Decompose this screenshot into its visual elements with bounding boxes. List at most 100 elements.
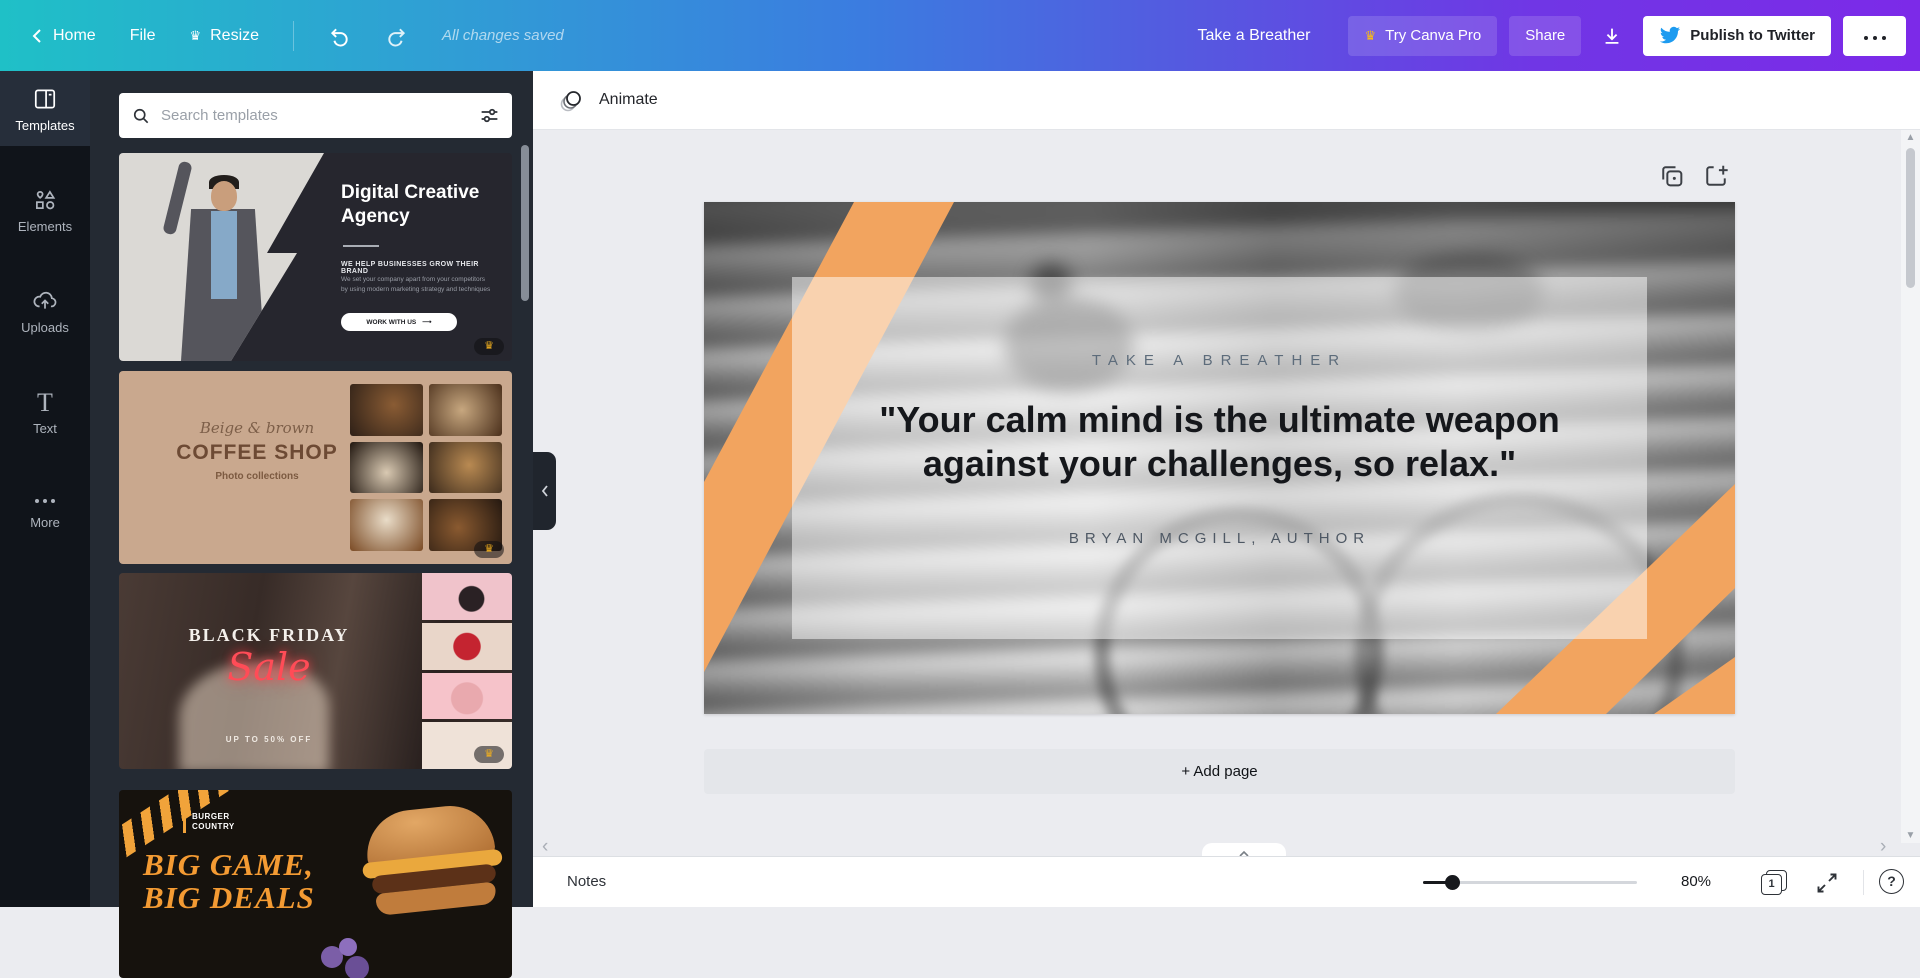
chevron-left-icon [541,485,548,497]
home-label: Home [53,26,96,44]
crown-icon: ♛ [189,28,202,43]
share-label: Share [1525,27,1566,44]
sidebar-item-text[interactable]: T Text [0,374,90,449]
sidebar-item-templates[interactable]: Templates [0,71,90,146]
template1-body: We set your company apart from your comp… [341,276,491,294]
duplicate-page-icon[interactable] [1658,162,1686,190]
sidebar-item-elements[interactable]: Elements [0,172,90,247]
animate-icon [560,91,581,112]
undo-button[interactable] [328,24,351,47]
file-label: File [129,26,156,44]
template4-logo: BURGER COUNTRY [183,812,253,833]
panel-collapse-button[interactable] [533,452,556,530]
design-page[interactable]: TAKE A BREATHER "Your calm mind is the u… [704,202,1735,714]
bottom-status-bar: Notes 80% 1 ? [533,856,1920,907]
text-icon: T [37,388,53,417]
elements-icon [36,190,56,210]
sidebar: Templates Elements Uploads T Text More [0,71,90,907]
filter-icon[interactable] [479,105,500,126]
page-list-button[interactable]: 1 [1761,870,1787,896]
undo-icon [330,28,348,47]
sidebar-item-uploads[interactable]: Uploads [0,273,90,348]
template2-photo-grid [350,384,502,551]
vertical-scroll-thumb[interactable] [1906,148,1915,288]
author-text[interactable]: BRYAN MCGILL, AUTHOR [704,530,1735,547]
resize-label: Resize [210,26,260,44]
zoom-level: 80% [1680,873,1712,890]
publish-to-twitter-button[interactable]: Publish to Twitter [1643,15,1831,56]
panel-scrollbar[interactable] [521,145,529,301]
template3-photo-strip [422,573,512,769]
add-page-button[interactable]: + Add page [704,749,1735,794]
template1-title: Digital Creative Agency [341,182,480,227]
quote-text[interactable]: "Your calm mind is the ultimate weapon a… [704,398,1735,486]
scroll-up-arrow[interactable]: ▲ [1901,132,1920,143]
template4-burger-photo [361,801,503,919]
template1-photo [119,153,324,361]
save-status: All changes saved [442,27,564,44]
template-coffee-shop[interactable]: Beige & brown COFFEE SHOP Photo collecti… [119,371,512,564]
twitter-icon [1660,26,1681,44]
vertical-scrollbar: ▲ ▼ [1901,130,1920,843]
add-page-icon[interactable] [1702,162,1730,190]
animate-label: Animate [599,91,658,108]
template2-subtitle: Photo collections [215,471,299,482]
template3-sale-text: Sale [227,645,311,689]
sidebar-label-elements: Elements [17,219,73,234]
pro-crown-icon: ♛ [1364,28,1377,43]
scroll-down-arrow[interactable]: ▼ [1901,830,1920,841]
scroll-left-arrow[interactable]: ‹ [542,837,548,856]
template-big-game-big-deals[interactable]: BURGER COUNTRY BIG GAME, BIG DEALS [119,790,512,978]
uploads-icon [33,291,57,309]
template-digital-creative-agency[interactable]: Digital Creative Agency WE HELP BUSINESS… [119,153,512,361]
pro-badge-icon: ♛ [474,338,504,355]
try-canva-pro-button[interactable]: ♛ Try Canva Pro [1348,15,1498,56]
notes-button[interactable]: Notes [567,873,606,890]
share-button[interactable]: Share [1509,15,1582,56]
template2-script: Beige & brown [199,419,315,437]
file-menu-button[interactable]: File [130,27,156,45]
download-button[interactable] [1593,16,1631,56]
download-icon [1605,28,1619,44]
template4-headline: BIG GAME, BIG DEALS [143,847,315,916]
resize-button[interactable]: ♛ Resize [189,27,259,45]
bottombar-divider [1863,870,1864,895]
try-pro-label: Try Canva Pro [1385,27,1482,44]
redo-button[interactable] [385,24,408,47]
fullscreen-icon[interactable] [1815,871,1839,895]
ellipsis-icon [1861,27,1888,44]
animate-button[interactable]: Animate [559,87,658,113]
search-input[interactable] [161,107,469,124]
sidebar-label-text: Text [33,421,57,436]
page-actions [1658,162,1730,190]
pro-badge-icon: ♛ [474,746,504,763]
canvas-toolbar: Animate [533,71,1920,130]
eyebrow-text[interactable]: TAKE A BREATHER [704,352,1735,369]
template1-rule [343,245,379,247]
pro-badge-icon: ♛ [474,541,504,558]
sidebar-item-more[interactable]: More [0,475,90,543]
sidebar-label-uploads: Uploads [21,320,69,335]
zoom-slider-thumb[interactable] [1445,875,1460,890]
scroll-right-arrow[interactable]: › [1880,837,1886,856]
publish-label: Publish to Twitter [1690,27,1815,44]
template1-tagline: WE HELP BUSINESSES GROW THEIR BRAND [341,261,479,275]
top-toolbar: Home File ♛ Resize All changes saved Tak… [0,0,1920,71]
templates-panel: Digital Creative Agency WE HELP BUSINESS… [90,71,533,978]
redo-icon [388,28,406,47]
help-button[interactable]: ? [1879,869,1904,894]
document-title[interactable]: Take a Breather [1198,27,1311,45]
more-dots-icon [33,499,57,515]
page-number: 1 [1761,874,1782,895]
zoom-slider[interactable] [1423,875,1637,890]
more-options-button[interactable] [1843,15,1906,56]
sidebar-label-templates: Templates [15,118,75,133]
toolbar-divider [293,20,295,51]
template3-offer: UP TO 50% OFF [225,735,313,744]
template2-title: COFFEE SHOP [176,441,338,464]
search-box [119,93,512,138]
sidebar-label-more: More [30,515,60,530]
back-chevron-icon [32,28,41,43]
home-button[interactable]: Home [30,27,96,45]
template-black-friday-sale[interactable]: BLACK FRIDAY Sale UP TO 50% OFF ♛ [119,573,512,769]
